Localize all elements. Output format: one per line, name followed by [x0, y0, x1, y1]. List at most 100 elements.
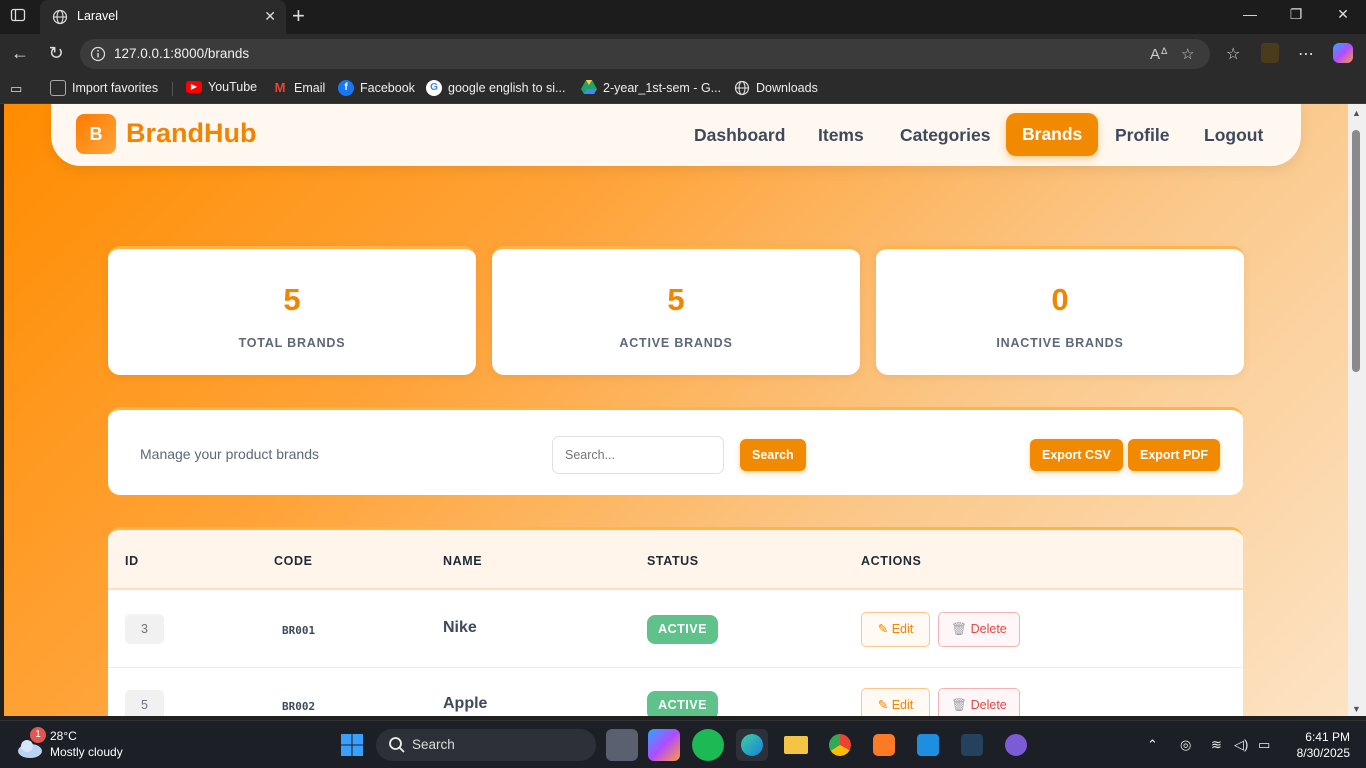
favorite-label: google english to si... — [448, 81, 566, 95]
back-icon[interactable]: ← — [8, 43, 32, 64]
brands-toolbar: Manage your product brands Search Export… — [108, 407, 1243, 495]
minimize-icon[interactable]: — — [1235, 6, 1265, 22]
nav-categories[interactable]: Categories — [900, 125, 990, 146]
nav-logout[interactable]: Logout — [1204, 125, 1263, 146]
favorites-separator — [172, 82, 173, 96]
brand-name[interactable]: BrandHub — [126, 118, 257, 149]
youtube-icon: ▶ — [186, 81, 202, 93]
nav-profile[interactable]: Profile — [1115, 125, 1169, 146]
favorite-star-icon[interactable]: ☆ — [1181, 45, 1194, 63]
row-id: 5 — [125, 690, 164, 716]
favorite-downloads[interactable]: Downloads — [734, 80, 818, 96]
copilot-app-icon[interactable] — [648, 729, 680, 761]
edge-icon[interactable] — [736, 729, 768, 761]
stat-label: TOTAL BRANDS — [238, 336, 346, 350]
browser-tab[interactable]: Laravel ✕ — [40, 0, 286, 34]
nav-items[interactable]: Items — [818, 125, 864, 146]
nav-dashboard[interactable]: Dashboard — [694, 125, 785, 146]
taskbar-search[interactable]: Search — [376, 729, 596, 761]
favorite-youtube[interactable]: ▶ YouTube — [186, 80, 257, 94]
new-tab-icon[interactable]: + — [292, 4, 305, 28]
scroll-down-icon[interactable]: ▼ — [1352, 704, 1361, 714]
row-name: Apple — [443, 695, 488, 712]
favorite-email[interactable]: M Email — [272, 80, 326, 96]
nav-brands[interactable]: Brands — [1006, 113, 1099, 156]
stat-value: 0 — [1051, 282, 1069, 317]
trash-icon: 🗑 — [951, 698, 968, 712]
profile-avatar[interactable] — [1261, 43, 1279, 63]
row-code: BR001 — [282, 624, 316, 637]
url-text[interactable]: 127.0.0.1:8000/brands — [114, 46, 249, 61]
favorite-label: Downloads — [756, 81, 818, 95]
windows-start-icon[interactable] — [336, 729, 368, 761]
delete-label: Delete — [970, 698, 1007, 712]
battery-icon[interactable]: ▭ — [1258, 737, 1270, 753]
google-icon: G — [426, 80, 442, 96]
app-navbar: B BrandHub Dashboard Items Categories Br… — [51, 104, 1301, 166]
scrollbar-thumb[interactable] — [1352, 130, 1360, 372]
read-aloud-icon[interactable]: Aᐞ — [1150, 45, 1168, 63]
tab-actions-icon[interactable] — [10, 7, 30, 27]
taskbar-search-label: Search — [412, 737, 455, 752]
status-badge: ACTIVE — [647, 615, 718, 644]
export-csv-button[interactable]: Export CSV — [1030, 439, 1123, 471]
globe-icon — [734, 80, 750, 96]
tray-app-icon[interactable]: ◎ — [1180, 737, 1191, 753]
refresh-icon[interactable]: ↻ — [44, 43, 68, 64]
sidebar-toggle-icon[interactable]: ▭ — [10, 81, 22, 97]
edit-label: Edit — [891, 622, 914, 636]
edit-button[interactable]: ✎ Edit — [861, 612, 930, 647]
favorites-icon[interactable]: ☆ — [1226, 44, 1240, 64]
address-bar[interactable]: 127.0.0.1:8000/brands Aᐞ ☆ — [80, 39, 1210, 69]
favorite-label: Import favorites — [72, 81, 159, 95]
more-options-icon[interactable]: ⋯ — [1298, 44, 1314, 64]
stat-label: INACTIVE BRANDS — [996, 336, 1124, 350]
table-row: 3 BR001 Nike ACTIVE ✎ Edit 🗑 Delete — [108, 592, 1243, 668]
favorite-drive[interactable]: 2-year_1st-sem - G... — [581, 80, 721, 96]
stat-value: 5 — [283, 282, 301, 317]
page-scrollbar[interactable]: ▲ ▼ — [1348, 104, 1366, 716]
favorite-label: YouTube — [208, 80, 258, 94]
gmail-icon: M — [274, 80, 286, 95]
volume-icon[interactable]: ◁) — [1234, 737, 1248, 753]
column-header-id: ID — [125, 554, 139, 568]
vscode-icon[interactable] — [912, 729, 944, 761]
system-clock[interactable]: 6:41 PM 8/30/2025 — [1297, 729, 1350, 761]
favorite-facebook[interactable]: f Facebook — [338, 80, 415, 96]
tray-chevron-icon[interactable]: ⌃ — [1147, 737, 1158, 753]
delete-button[interactable]: 🗑 Delete — [938, 688, 1020, 716]
stat-card-inactive: 0 INACTIVE BRANDS — [876, 246, 1244, 375]
close-tab-icon[interactable]: ✕ — [264, 8, 276, 25]
row-code: BR002 — [282, 700, 316, 713]
column-header-code: CODE — [274, 554, 313, 568]
favorite-google[interactable]: G google english to si... — [426, 80, 565, 96]
search-button[interactable]: Search — [740, 439, 806, 471]
browser-tab-bar: Laravel ✕ + — ❐ ✕ — [0, 0, 1366, 34]
wifi-icon[interactable]: ≋ — [1211, 737, 1222, 753]
window-close-icon[interactable]: ✕ — [1328, 6, 1358, 23]
site-info-icon[interactable] — [90, 46, 106, 67]
export-pdf-button[interactable]: Export PDF — [1128, 439, 1221, 471]
edit-label: Edit — [891, 698, 914, 712]
github-icon[interactable] — [1000, 729, 1032, 761]
pencil-icon: ✎ — [877, 698, 889, 712]
edit-button[interactable]: ✎ Edit — [861, 688, 930, 716]
chrome-icon[interactable] — [824, 729, 856, 761]
spotify-icon[interactable] — [692, 729, 724, 761]
task-view-icon[interactable] — [606, 729, 638, 761]
weather-badge: 1 — [30, 727, 46, 743]
import-icon — [50, 80, 66, 96]
favorite-import[interactable]: Import favorites — [50, 80, 158, 96]
page-description: Manage your product brands — [140, 446, 319, 462]
search-input[interactable] — [552, 436, 724, 474]
copilot-icon[interactable] — [1333, 43, 1353, 63]
delete-button[interactable]: 🗑 Delete — [938, 612, 1020, 647]
scroll-up-icon[interactable]: ▲ — [1352, 108, 1361, 118]
delete-label: Delete — [970, 622, 1007, 636]
brand-logo[interactable]: B — [76, 114, 116, 154]
favorite-label: 2-year_1st-sem - G... — [603, 81, 722, 95]
restore-icon[interactable]: ❐ — [1281, 6, 1311, 23]
xampp-icon[interactable] — [868, 729, 900, 761]
file-explorer-icon[interactable] — [780, 729, 812, 761]
mysql-workbench-icon[interactable] — [956, 729, 988, 761]
